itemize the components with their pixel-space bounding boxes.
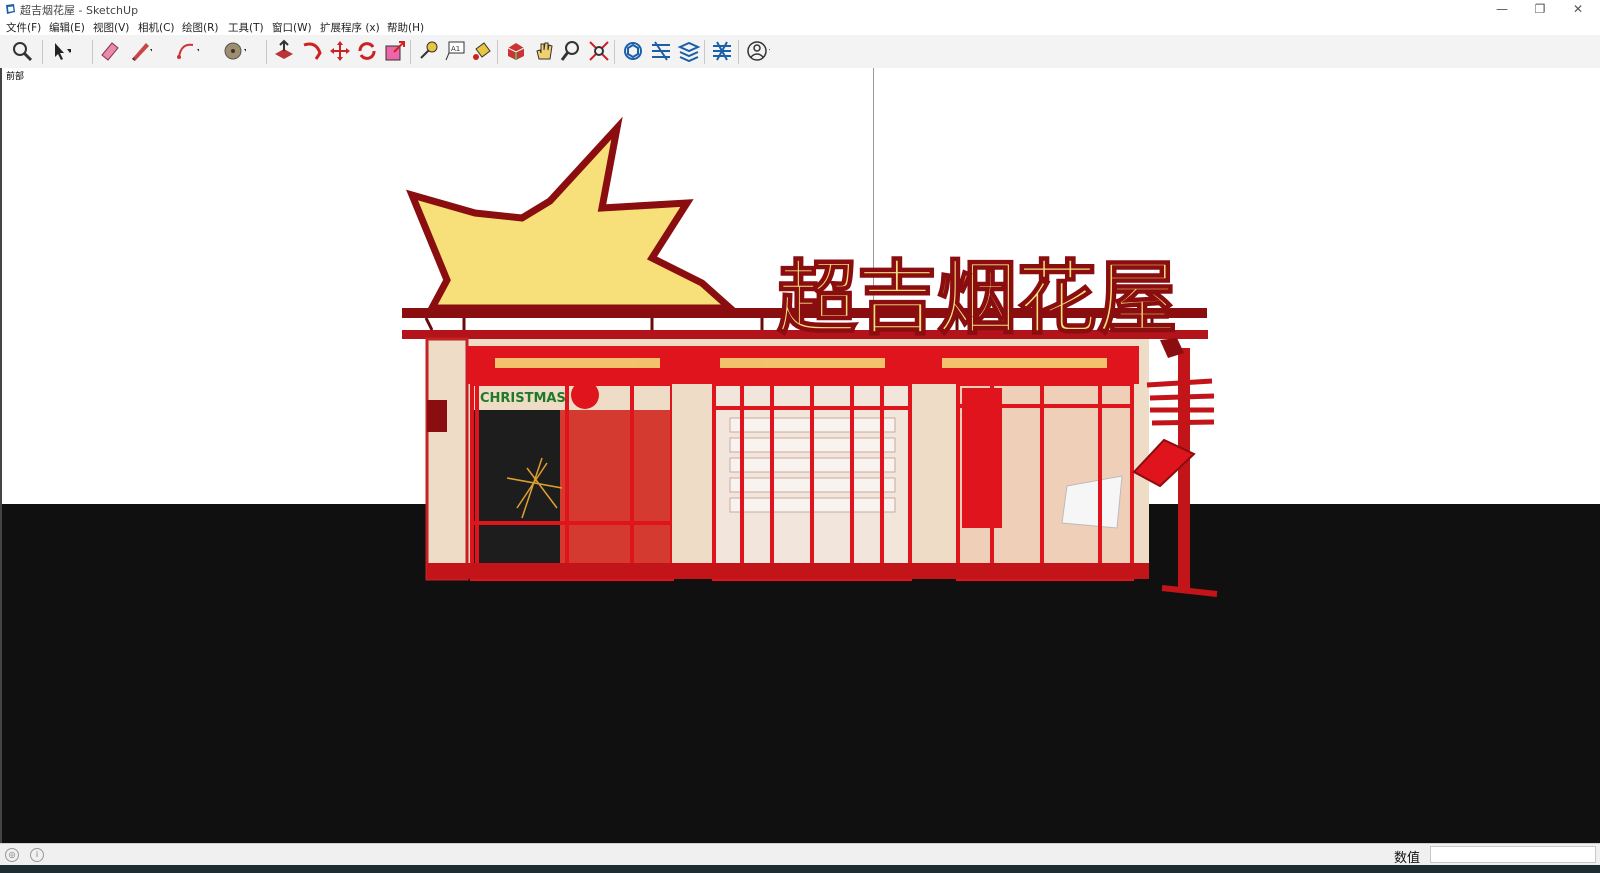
move-icon[interactable] xyxy=(328,39,352,63)
toolbar-separator xyxy=(614,40,615,64)
christmas-window-text: CHRISTMAS xyxy=(480,391,566,406)
account-icon[interactable] xyxy=(746,39,770,63)
orbit-icon[interactable] xyxy=(504,39,528,63)
store-sign-text: 超吉烟花屋 xyxy=(777,252,1177,345)
zoom-icon[interactable] xyxy=(10,39,34,63)
tape-measure-icon[interactable] xyxy=(416,39,440,63)
components-icon[interactable] xyxy=(710,39,734,63)
menu-extensions[interactable]: 扩展程序 (x) xyxy=(320,20,380,35)
toolbar-separator xyxy=(410,40,411,64)
text-icon[interactable]: A1 xyxy=(443,39,467,63)
pan-icon[interactable] xyxy=(532,39,556,63)
storefront-model: 超吉烟花屋 CHRISTMAS xyxy=(402,116,1218,597)
measurements-label: 数值 xyxy=(1394,851,1421,866)
minimize-button[interactable]: — xyxy=(1484,0,1520,19)
pencil-line-icon[interactable] xyxy=(128,39,152,63)
close-button[interactable]: ✕ xyxy=(1560,0,1596,19)
restore-button[interactable]: ❐ xyxy=(1522,0,1558,19)
header-band-text xyxy=(495,358,1107,368)
title-bar: 超吉烟花屋 - SketchUp — ❐ ✕ xyxy=(0,0,1600,19)
taskbar xyxy=(0,865,1600,873)
scale-icon[interactable] xyxy=(383,39,407,63)
menu-file[interactable]: 文件(F) xyxy=(6,20,41,35)
status-bar: ◎ i 数值 xyxy=(0,843,1600,866)
paint-bucket-icon[interactable] xyxy=(470,39,494,63)
menu-tools[interactable]: 工具(T) xyxy=(228,20,264,35)
toolbar-separator xyxy=(738,40,739,64)
eraser-icon[interactable] xyxy=(98,39,122,63)
push-pull-icon[interactable] xyxy=(272,39,296,63)
window-title: 超吉烟花屋 - SketchUp xyxy=(20,4,139,17)
info-icon[interactable]: i xyxy=(30,848,44,862)
toolbar: A1 xyxy=(0,35,1600,69)
layers-icon[interactable] xyxy=(677,39,701,63)
circle-icon[interactable] xyxy=(222,39,246,63)
rotate-icon[interactable] xyxy=(355,39,379,63)
toolbar-separator xyxy=(704,40,705,64)
measurements-input[interactable] xyxy=(1430,846,1596,863)
menu-window[interactable]: 窗口(W) xyxy=(272,20,312,35)
model-viewport[interactable]: 前部 超吉烟花屋 CHRISTMAS xyxy=(0,68,1600,843)
select-icon[interactable] xyxy=(47,39,71,63)
starburst-sign xyxy=(406,116,740,312)
zoom-extents-icon[interactable] xyxy=(587,39,611,63)
pillar xyxy=(672,384,714,579)
menu-draw[interactable]: 绘图(R) xyxy=(182,20,219,35)
follow-me-icon[interactable] xyxy=(300,39,324,63)
menu-camera[interactable]: 相机(C) xyxy=(138,20,175,35)
zoom-window-icon[interactable] xyxy=(559,39,583,63)
menu-bar: 文件(F) 编辑(E) 视图(V) 相机(C) 绘图(R) 工具(T) 窗口(W… xyxy=(0,19,1600,35)
arc-icon[interactable] xyxy=(175,39,199,63)
menu-view[interactable]: 视图(V) xyxy=(93,20,129,35)
sketchup-logo-icon xyxy=(6,4,15,14)
menu-help[interactable]: 帮助(H) xyxy=(387,20,424,35)
toolbar-separator xyxy=(497,40,498,64)
toolbar-separator xyxy=(42,40,43,64)
geo-location-icon[interactable]: ◎ xyxy=(5,848,19,862)
warehouse-icon[interactable] xyxy=(621,39,645,63)
toolbar-separator xyxy=(266,40,267,64)
svg-text:A1: A1 xyxy=(451,45,460,53)
menu-edit[interactable]: 编辑(E) xyxy=(49,20,85,35)
extension-icon[interactable] xyxy=(649,39,673,63)
toolbar-separator xyxy=(92,40,93,64)
